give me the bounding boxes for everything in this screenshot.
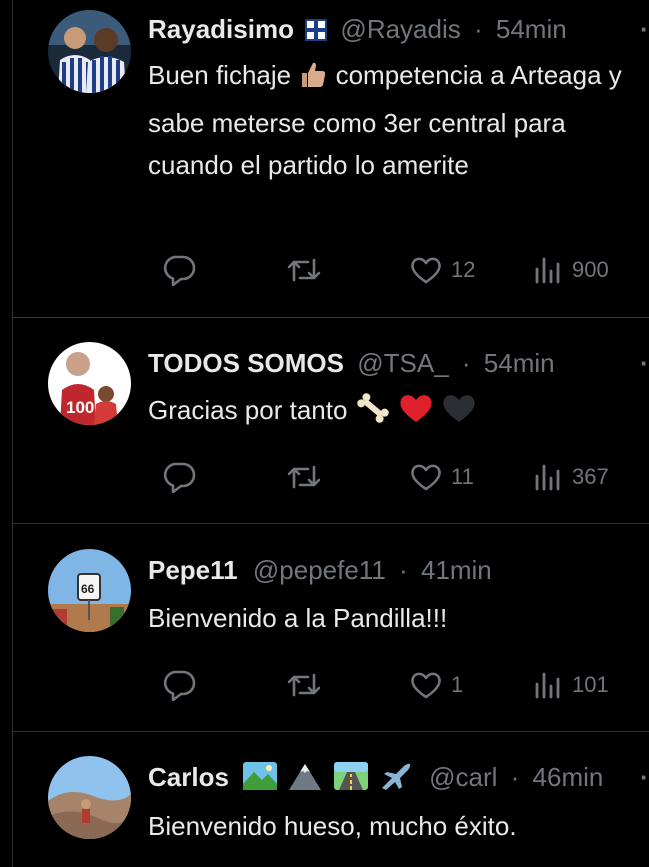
reply-button[interactable] — [163, 668, 205, 702]
tweet-actions: 1 101 — [148, 668, 649, 702]
avatar[interactable]: 100 — [48, 342, 131, 425]
user-handle[interactable]: @TSA_ — [357, 346, 448, 380]
tweet-text-part: Bienvenido hueso, mucho éxito. — [148, 811, 517, 841]
like-count: 12 — [451, 257, 476, 282]
separator-dot: · — [473, 14, 483, 44]
views-chart-icon — [532, 254, 564, 286]
flag-icon — [305, 16, 328, 46]
black-heart-icon — [441, 391, 477, 437]
tweet-text-part: Gracias por tanto — [148, 395, 348, 425]
more-dots-icon[interactable]: · — [640, 12, 649, 46]
retweet-icon — [286, 461, 322, 493]
views-button[interactable]: 367 — [532, 460, 609, 494]
svg-text:100: 100 — [66, 398, 94, 417]
tweet-actions: 11 367 — [148, 460, 649, 494]
display-name[interactable]: Pepe11 — [148, 553, 238, 587]
timestamp[interactable]: 54min — [484, 346, 555, 380]
tweet-replies-feed: Rayadisimo @Rayadis · 54min · Buen ficha… — [12, 0, 649, 867]
separator-dot: · — [461, 348, 471, 378]
more-dots-icon[interactable]: · — [640, 346, 649, 380]
user-handle[interactable]: @pepefe11 — [253, 553, 386, 587]
svg-text:66: 66 — [81, 582, 95, 596]
tweet-text: Gracias por tanto — [148, 389, 636, 437]
like-count: 1 — [451, 672, 464, 697]
display-name[interactable]: Rayadisimo — [148, 12, 294, 46]
user-handle[interactable]: @carl — [429, 760, 497, 794]
bone-icon — [355, 391, 391, 437]
red-heart-icon — [398, 391, 434, 437]
views-chart-icon — [532, 669, 564, 701]
like-count: 11 — [451, 464, 474, 489]
tweet-header: Rayadisimo @Rayadis · 54min · — [148, 12, 649, 46]
heart-icon — [409, 669, 443, 701]
tweet[interactable]: 66 Pepe11 @pepefe11 · 41min Bienvenido a… — [13, 523, 649, 732]
retweet-icon — [286, 254, 322, 286]
heart-icon — [409, 461, 443, 493]
timestamp[interactable]: 54min — [496, 12, 567, 46]
like-button[interactable]: 12 — [409, 253, 475, 287]
views-button[interactable]: 900 — [532, 253, 609, 287]
more-dots-icon[interactable]: · — [640, 760, 649, 794]
retweet-button[interactable] — [286, 460, 330, 494]
timestamp[interactable]: 41min — [421, 553, 492, 587]
tweet[interactable]: 100 TODOS SOMOS @TSA_ · 54min · Gracias … — [13, 317, 649, 524]
retweet-button[interactable] — [286, 668, 330, 702]
retweet-button[interactable] — [286, 253, 330, 287]
user-handle[interactable]: @Rayadis — [340, 12, 460, 46]
reply-icon — [163, 669, 197, 701]
road-icon — [333, 760, 369, 794]
reply-icon — [163, 461, 197, 493]
heart-icon — [409, 254, 443, 286]
landscape-icon — [242, 760, 278, 794]
separator-dot: · — [510, 762, 520, 792]
airplane-icon — [378, 760, 414, 794]
views-button[interactable]: 101 — [532, 668, 609, 702]
view-count: 101 — [572, 672, 609, 697]
thumbs-up-icon — [298, 60, 328, 102]
view-count: 900 — [572, 257, 609, 282]
like-button[interactable]: 11 — [409, 460, 474, 494]
avatar[interactable] — [48, 10, 131, 93]
mountain-icon — [287, 760, 323, 794]
display-name[interactable]: Carlos — [148, 760, 229, 794]
tweet-text: Bienvenido a la Pandilla!!! — [148, 597, 636, 639]
reply-button[interactable] — [163, 253, 205, 287]
views-chart-icon — [532, 461, 564, 493]
retweet-icon — [286, 669, 322, 701]
tweet-text: Bienvenido hueso, mucho éxito. — [148, 805, 636, 847]
view-count: 367 — [572, 464, 609, 489]
tweet-header: Pepe11 @pepefe11 · 41min — [148, 553, 649, 587]
avatar[interactable]: 66 — [48, 549, 131, 632]
tweet-text-part: Bienvenido a la Pandilla!!! — [148, 603, 448, 633]
tweet-text-part: Buen fichaje — [148, 60, 292, 90]
tweet-actions: 12 900 — [148, 253, 649, 287]
tweet[interactable]: Carlos @carl · 46min · Bienvenido hueso,… — [13, 731, 649, 867]
separator-dot: · — [399, 555, 408, 585]
tweet-header: TODOS SOMOS @TSA_ · 54min · — [148, 346, 649, 380]
avatar[interactable] — [48, 756, 131, 839]
timestamp[interactable]: 46min — [533, 760, 604, 794]
reply-button[interactable] — [163, 460, 205, 494]
tweet[interactable]: Rayadisimo @Rayadis · 54min · Buen ficha… — [13, 0, 649, 318]
tweet-text: Buen fichaje competencia a Arteaga y sab… — [148, 54, 636, 186]
like-button[interactable]: 1 — [409, 668, 463, 702]
display-name[interactable]: TODOS SOMOS — [148, 346, 344, 380]
reply-icon — [163, 254, 197, 286]
tweet-header: Carlos @carl · 46min · — [148, 760, 649, 794]
